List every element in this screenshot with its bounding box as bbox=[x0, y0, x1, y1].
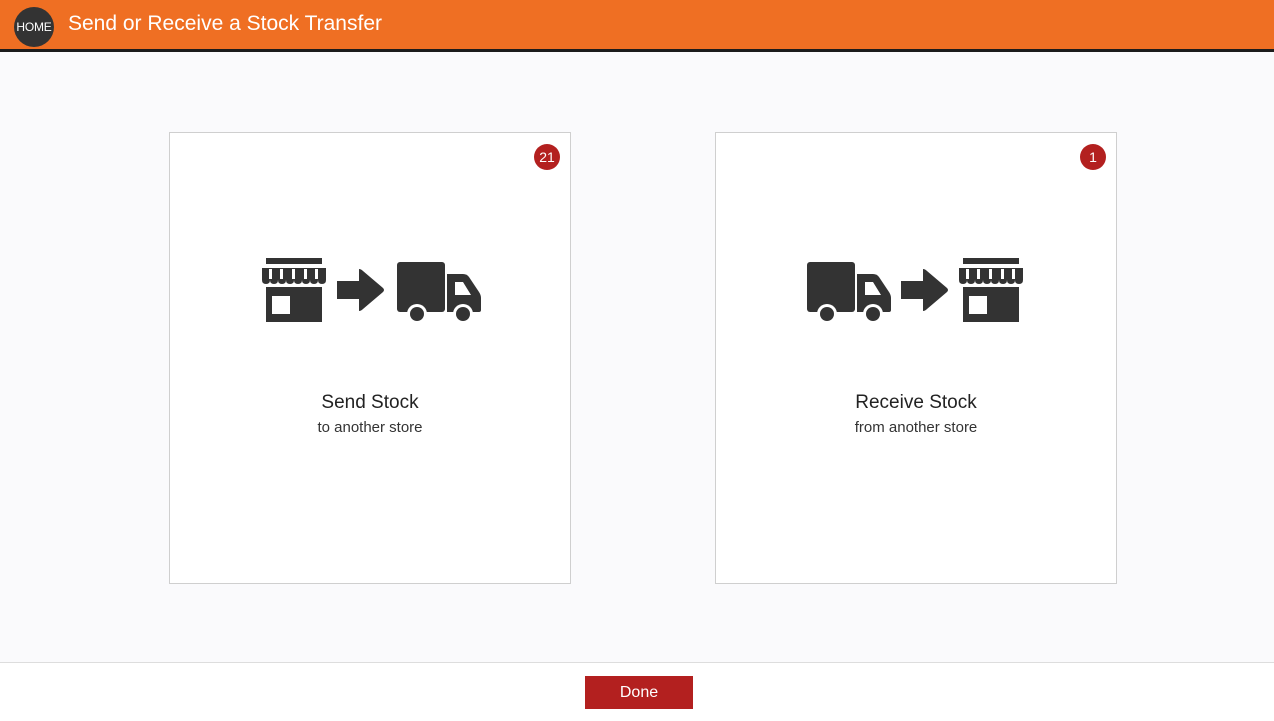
receive-stock-subtitle: from another store bbox=[854, 419, 978, 436]
receive-stock-illustration bbox=[716, 257, 1116, 323]
truck-icon bbox=[397, 262, 481, 324]
home-button[interactable]: HOME bbox=[14, 7, 54, 47]
arrow-right-icon bbox=[337, 269, 385, 311]
store-icon bbox=[262, 258, 326, 322]
store-icon bbox=[959, 258, 1023, 322]
top-bar: HOME Send or Receive a Stock Transfer bbox=[0, 0, 1274, 52]
send-stock-subtitle: to another store bbox=[317, 419, 423, 436]
arrow-right-icon bbox=[901, 269, 949, 311]
receive-stock-title: Receive Stock bbox=[855, 392, 977, 413]
footer-bar: Done bbox=[0, 662, 1274, 721]
send-stock-title: Send Stock bbox=[321, 392, 419, 413]
send-count-badge: 21 bbox=[534, 144, 560, 170]
send-stock-card[interactable]: 21 Send Stock to another store bbox=[169, 132, 571, 584]
page-title: Send or Receive a Stock Transfer bbox=[68, 12, 382, 35]
receive-count-badge: 1 bbox=[1080, 144, 1106, 170]
done-button[interactable]: Done bbox=[585, 676, 693, 709]
receive-stock-card[interactable]: 1 Receive Stock from another store bbox=[715, 132, 1117, 584]
send-stock-illustration bbox=[170, 257, 570, 323]
truck-icon bbox=[807, 262, 891, 324]
